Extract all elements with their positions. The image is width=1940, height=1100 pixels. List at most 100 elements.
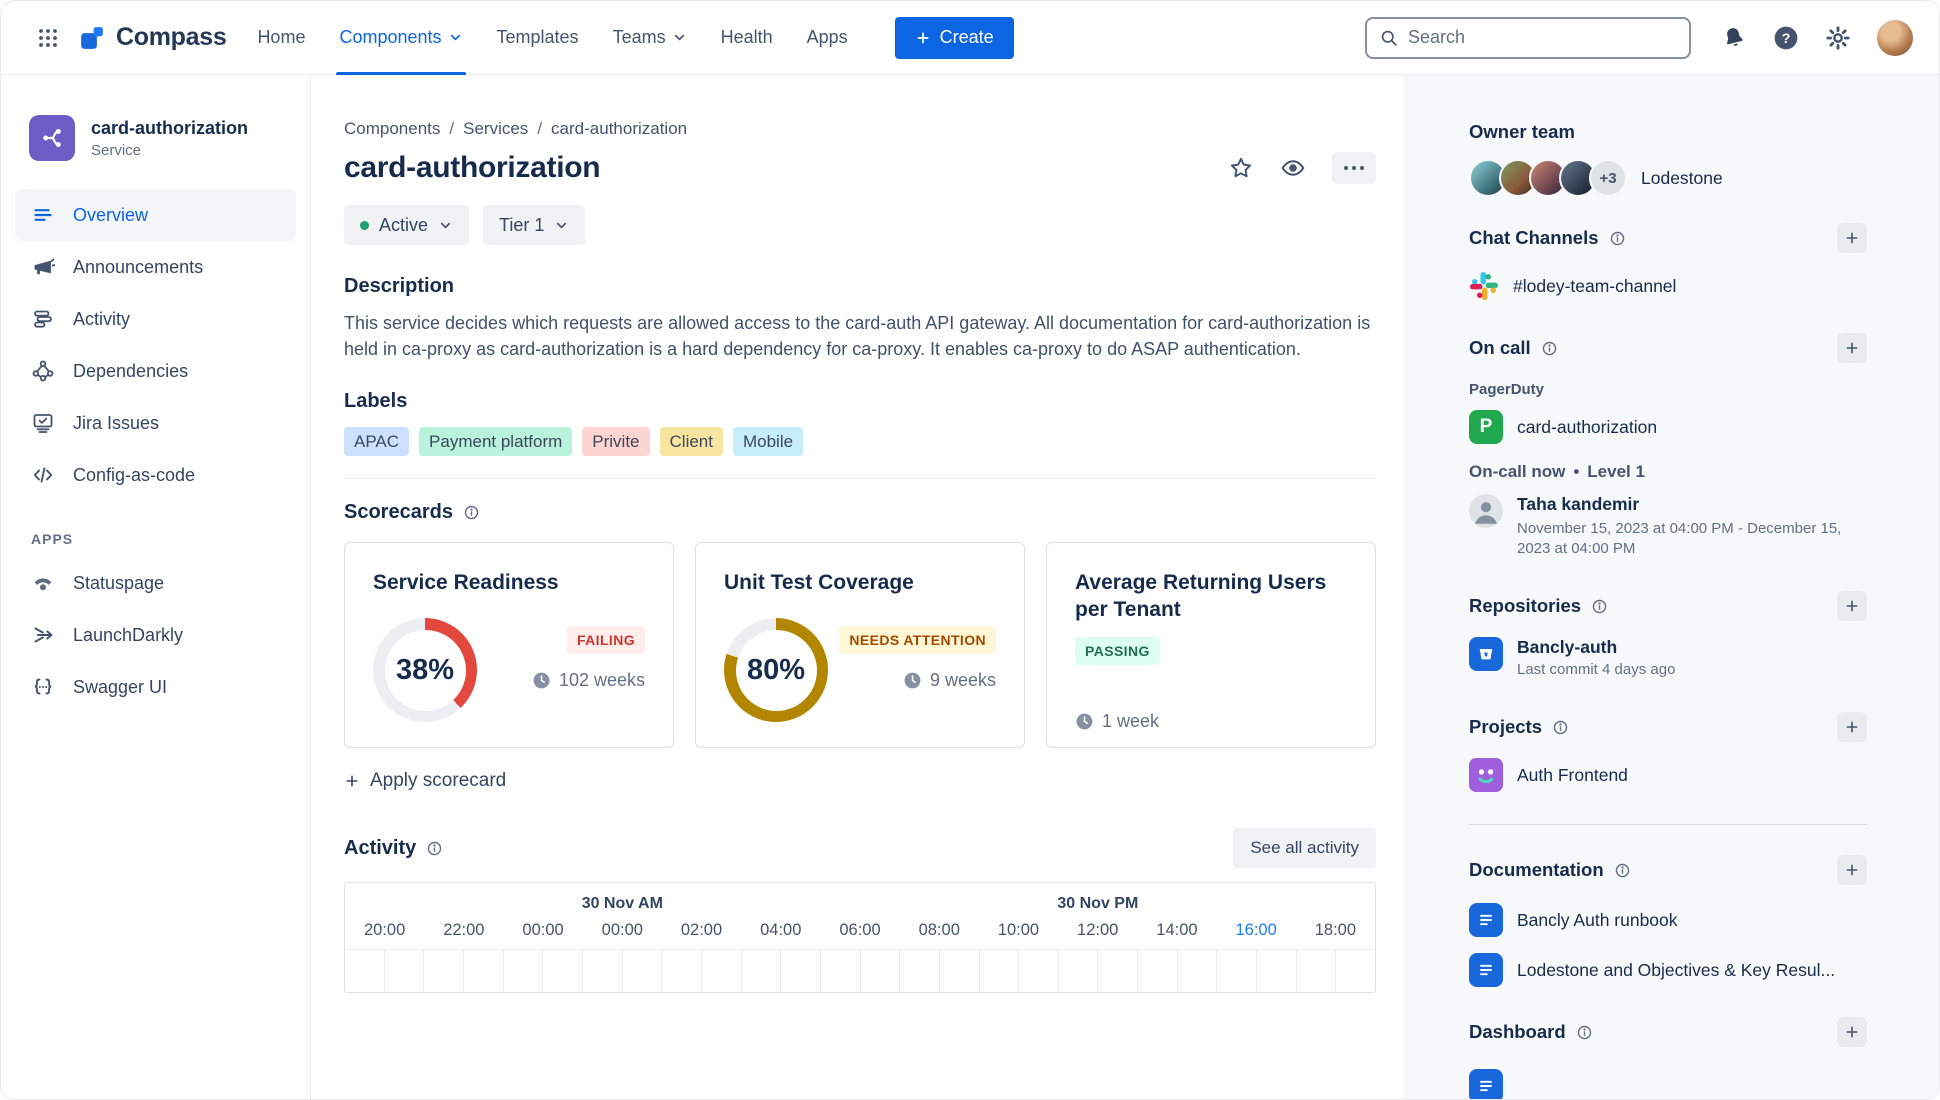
info-icon[interactable]: [1541, 340, 1558, 357]
main-content: Components / Services / card-authorizati…: [311, 75, 1403, 1099]
nav-item-apps[interactable]: Apps: [790, 1, 865, 75]
more-actions-icon[interactable]: [1332, 152, 1376, 184]
labels-heading: Labels: [344, 390, 408, 412]
scorecard-unit-test-coverage[interactable]: Unit Test Coverage 80% NEEDS ATTENTION 9…: [695, 542, 1025, 748]
chat-channel-link[interactable]: #lodey-team-channel: [1513, 276, 1676, 297]
pagerduty-label: PagerDuty: [1469, 381, 1545, 398]
sidebar-item-dependencies[interactable]: Dependencies: [15, 345, 296, 397]
add-on-call-button[interactable]: [1837, 333, 1867, 363]
plus-icon: [917, 31, 929, 44]
scorecard-title: Service Readiness: [373, 571, 559, 594]
documentation-row: Lodestone and Objectives & Key Resul...: [1469, 953, 1867, 987]
info-icon[interactable]: [1576, 1024, 1593, 1041]
label-tag[interactable]: Privite: [582, 427, 650, 456]
sidebar-item-swagger-ui[interactable]: Swagger UI: [15, 661, 296, 713]
tier-dropdown[interactable]: Tier 1: [483, 205, 586, 245]
app-switcher-icon[interactable]: [31, 21, 65, 55]
help-icon[interactable]: ?: [1773, 25, 1799, 51]
nav-item-health[interactable]: Health: [704, 1, 790, 75]
activity-grid-cell: [1336, 950, 1375, 992]
sidebar-item-statuspage[interactable]: Statuspage: [15, 557, 296, 609]
compass-logo[interactable]: Compass: [79, 23, 227, 52]
component-sidebar: card-authorization Service Overview Anno…: [1, 75, 311, 1099]
plus-icon: [346, 775, 358, 787]
nav-item-home[interactable]: Home: [240, 1, 322, 75]
activity-grid: [345, 949, 1375, 992]
dashboard-item-partial[interactable]: [1469, 1069, 1867, 1099]
sidebar-item-activity[interactable]: Activity: [15, 293, 296, 345]
info-icon[interactable]: [1609, 230, 1626, 247]
scorecard-age: 102 weeks: [558, 670, 645, 690]
tick-label: 00:00: [522, 921, 564, 939]
watch-eye-icon[interactable]: [1280, 155, 1306, 181]
sidebar-item-jira-issues[interactable]: Jira Issues: [15, 397, 296, 449]
apps-nav: Statuspage LaunchDarkly Swagger UI: [1, 557, 310, 713]
search-input[interactable]: [1408, 27, 1677, 48]
status-dropdown[interactable]: Active: [344, 205, 470, 245]
add-project-button[interactable]: [1837, 712, 1867, 742]
code-icon: [33, 467, 53, 483]
label-tag[interactable]: Payment platform: [419, 427, 573, 456]
tick-label: 14:00: [1156, 921, 1198, 939]
info-icon[interactable]: [1614, 862, 1631, 879]
document-icon: [1469, 903, 1503, 937]
jira-issues-icon: [33, 414, 53, 433]
scorecard-service-readiness[interactable]: Service Readiness 38% FAILING 102 weeks: [344, 542, 674, 748]
nav-item-teams[interactable]: Teams: [596, 1, 704, 75]
see-all-activity-button[interactable]: See all activity: [1233, 828, 1376, 868]
scorecard-age: 1 week: [1102, 711, 1160, 731]
sidebar-item-launchdarkly[interactable]: LaunchDarkly: [15, 609, 296, 661]
project-link[interactable]: Auth Frontend: [1517, 765, 1628, 786]
add-dashboard-button[interactable]: [1837, 1017, 1867, 1047]
documentation-link[interactable]: Bancly Auth runbook: [1517, 910, 1678, 931]
user-avatar[interactable]: [1877, 19, 1913, 56]
activity-grid-cell: [504, 950, 544, 992]
add-chat-channel-button[interactable]: [1837, 223, 1867, 253]
apply-scorecard-button[interactable]: Apply scorecard: [344, 770, 506, 792]
settings-gear-icon[interactable]: [1825, 25, 1851, 51]
documentation-link[interactable]: Lodestone and Objectives & Key Resul...: [1517, 960, 1835, 981]
overview-icon: [34, 209, 52, 221]
activity-grid-cell: [1059, 950, 1099, 992]
info-icon[interactable]: [463, 504, 480, 521]
on-call-person-name[interactable]: Taha kandemir: [1517, 494, 1847, 515]
pagerduty-service-link[interactable]: card-authorization: [1517, 417, 1657, 438]
label-tag[interactable]: Mobile: [732, 427, 804, 456]
label-tag[interactable]: APAC: [344, 427, 410, 456]
label-tag[interactable]: Client: [659, 427, 723, 456]
notifications-bell-icon[interactable]: [1718, 22, 1750, 54]
avatar-overflow-badge[interactable]: +3: [1589, 159, 1627, 197]
info-icon[interactable]: [1552, 719, 1569, 736]
sidebar-item-overview[interactable]: Overview: [15, 189, 296, 241]
breadcrumb-current[interactable]: card-authorization: [551, 119, 687, 139]
repository-name[interactable]: Bancly-auth: [1517, 637, 1675, 658]
clock-icon: [904, 672, 921, 689]
component-name: card-authorization: [91, 117, 249, 138]
breadcrumb-components[interactable]: Components: [344, 119, 440, 139]
breadcrumb: Components / Services / card-authorizati…: [344, 119, 1376, 139]
add-documentation-button[interactable]: [1837, 855, 1867, 885]
activity-grid-cell: [623, 950, 663, 992]
activity-grid-cell: [464, 950, 504, 992]
team-name-link[interactable]: Lodestone: [1641, 168, 1723, 189]
add-repository-button[interactable]: [1837, 591, 1867, 621]
braces-icon: [34, 678, 52, 695]
info-icon[interactable]: [1591, 598, 1608, 615]
dashboard-heading: Dashboard: [1469, 1021, 1566, 1042]
nav-item-templates[interactable]: Templates: [480, 1, 596, 75]
info-icon[interactable]: [426, 840, 443, 857]
activity-icon: [34, 310, 52, 328]
repository-bucket-icon: [1469, 637, 1503, 671]
scorecard-avg-returning-users[interactable]: Average Returning Users per Tenant PASSI…: [1046, 542, 1376, 748]
launchdarkly-icon: [34, 627, 53, 643]
description-text: This service decides which requests are …: [344, 313, 1371, 359]
repository-row: Bancly-auth Last commit 4 days ago: [1469, 637, 1867, 678]
create-button[interactable]: Create: [894, 16, 1014, 59]
sidebar-item-announcements[interactable]: Announcements: [15, 241, 296, 293]
nav-item-components[interactable]: Components: [322, 1, 479, 75]
favorite-star-icon[interactable]: [1228, 155, 1254, 181]
sidebar-item-config-as-code[interactable]: Config-as-code: [15, 449, 296, 501]
projects-heading: Projects: [1469, 716, 1543, 737]
breadcrumb-services[interactable]: Services: [463, 119, 528, 139]
activity-grid-cell: [1178, 950, 1218, 992]
